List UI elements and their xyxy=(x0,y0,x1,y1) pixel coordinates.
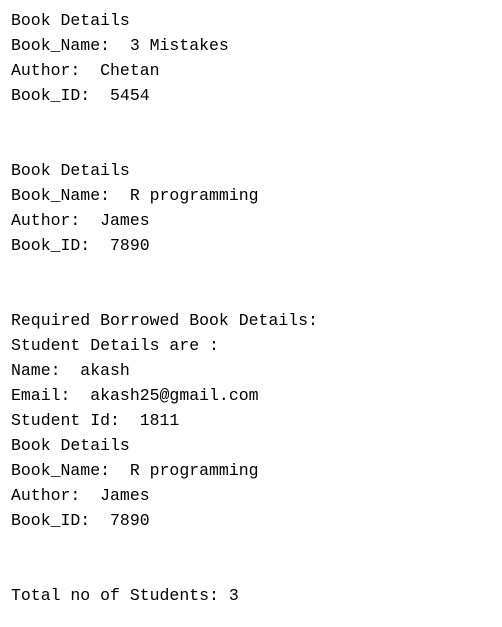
output-line: Total no of Students: 3 xyxy=(11,586,239,605)
output-line: Book Details xyxy=(11,11,130,30)
output-line: Author: James xyxy=(11,486,150,505)
console-output: Book Details Book_Name: 3 Mistakes Author:… xyxy=(11,8,491,608)
output-line: Book_ID: 7890 xyxy=(11,511,150,530)
output-line: Book Details xyxy=(11,436,130,455)
output-line: Student Id: 1811 xyxy=(11,411,180,430)
output-line: Book_Name: R programming xyxy=(11,186,259,205)
output-line: Author: Chetan xyxy=(11,61,160,80)
output-line: Book_ID: 5454 xyxy=(11,86,150,105)
output-line: Book_Name: R programming xyxy=(11,461,259,480)
output-line: Book_ID: 7890 xyxy=(11,236,150,255)
output-line: Book_Name: 3 Mistakes xyxy=(11,36,229,55)
output-line: Author: James xyxy=(11,211,150,230)
output-line: Email: akash25@gmail.com xyxy=(11,386,259,405)
output-line: Required Borrowed Book Details: xyxy=(11,311,318,330)
output-line: Name: akash xyxy=(11,361,130,380)
output-line: Student Details are : xyxy=(11,336,219,355)
output-line: Book Details xyxy=(11,161,130,180)
